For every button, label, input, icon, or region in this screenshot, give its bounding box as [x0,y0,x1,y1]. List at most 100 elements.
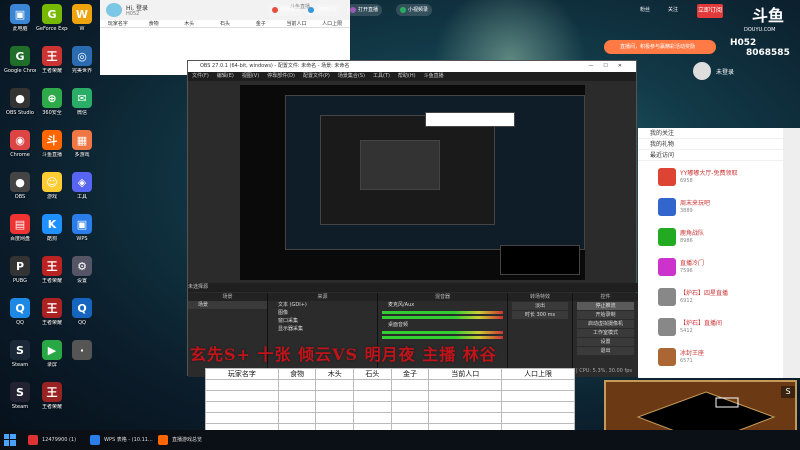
stream-pill[interactable]: 网络检测 [304,4,341,16]
table-row[interactable] [205,390,575,402]
column-header[interactable]: 金子 [390,368,430,380]
desktop-icon-label: 酷狗 [46,236,57,242]
desktop-icon[interactable]: ● OBS [4,172,36,200]
obs-menu-item[interactable]: 场景集合(S) [338,72,365,81]
recent-room-item[interactable]: 鹿角战队 8986 [658,226,778,250]
stop-stream-button[interactable]: 停止推流 [577,302,634,310]
recent-room-item[interactable]: 周末来玩吧 3889 [658,196,778,220]
avatar[interactable] [106,3,122,17]
transition-select[interactable]: 淡出 [512,302,568,310]
obs-preview[interactable] [240,85,585,280]
desktop-icon[interactable]: ◎ 完美世界 [66,46,98,74]
login-avatar[interactable] [693,62,711,80]
studio-mode-button[interactable]: 工作室模式 [577,329,634,337]
desktop-icon[interactable]: ▦ 多游戏 [66,130,98,158]
window-controls[interactable]: —☐✕ [588,61,632,72]
notice-banner[interactable]: 直播间，积极参与赢精彩活动奖励 [604,40,716,54]
obs-menu-item[interactable]: 编辑(E) [217,72,234,81]
virtual-camera-button[interactable]: 启动虚拟摄像机 [577,320,634,328]
desktop-icon[interactable]: S Steam [4,340,36,368]
desktop-icon[interactable]: Q QQ [4,298,36,326]
column-header[interactable]: 人口上限 [501,368,575,380]
subscribe-button[interactable]: 立即订阅 [697,4,723,18]
stream-pill[interactable]: 小视频录 [396,4,433,16]
sidebar-item[interactable]: 我的礼物 [638,139,783,150]
volume-meter[interactable] [382,316,503,319]
desktop-icon[interactable]: P PUBG [4,256,36,284]
fans-label[interactable]: 粉丝 [640,4,650,16]
column-header[interactable]: 木头 [315,368,355,380]
taskbar-item[interactable]: 12479900 (1) [28,433,76,447]
desktop-icon[interactable]: ▣ 此电脑 [4,4,36,32]
sidebar-scrollbar[interactable] [783,128,800,378]
room-viewers: 6571 [680,358,693,364]
obs-menu-item[interactable]: 配置文件(P) [303,72,330,81]
windows-start-icon[interactable] [4,434,16,446]
desktop-icon[interactable]: ◉ Chrome [4,130,36,158]
desktop-icon[interactable]: ◈ 工具 [66,172,98,200]
minimap-close-button[interactable]: S [781,386,795,398]
column-header[interactable]: 玩家名字 [205,368,279,380]
desktop-icon[interactable]: ● OBS Studio [4,88,36,116]
obs-menu-item[interactable]: 文件(F) [192,72,209,81]
scene-item[interactable]: 场景 [188,301,267,309]
desktop-icon-label: Steam [11,404,29,410]
follow-label[interactable]: 关注 [668,4,678,16]
desktop-icon[interactable]: ⚙ 设置 [66,256,98,284]
desktop-icon[interactable]: ✉ 微信 [66,88,98,116]
sidebar-item[interactable]: 我的关注 [638,128,783,139]
recent-room-item[interactable]: 冰封王座 6571 [658,346,778,370]
desktop-icon[interactable]: 王王者荣耀 [36,382,68,410]
exit-button[interactable]: 退出 [577,347,634,355]
desktop-icon[interactable]: · [66,340,98,362]
desktop-icon[interactable]: ▤ 百度网盘 [4,214,36,242]
volume-meter[interactable] [382,311,503,314]
desktop-icon[interactable]: ⊕ 360安全 [36,88,68,116]
volume-meter[interactable] [382,331,503,334]
table-row[interactable] [205,401,575,413]
source-item[interactable]: 文本 (GDI+) [268,301,377,309]
desktop-icon[interactable]: 王王者荣耀 [36,298,68,326]
recent-room-item[interactable]: 直播冷门 7596 [658,256,778,280]
obs-menu-item[interactable]: 视图(V) [242,72,259,81]
record-button[interactable]: 开始录制 [577,311,634,319]
desktop-icon[interactable]: 王王者荣耀 [36,256,68,284]
column-header[interactable]: 石头 [353,368,392,380]
desktop-icon[interactable]: ▶ 录屏 [36,340,68,368]
obs-menu-item[interactable]: 工具(T) [373,72,390,81]
table-row[interactable] [205,412,575,424]
stream-pill[interactable]: 网络流量 [268,4,305,16]
settings-button[interactable]: 设置 [577,338,634,346]
taskbar-item[interactable]: 直播游戏总览 [158,433,202,447]
volume-meter[interactable] [382,336,503,339]
obs-menu-item[interactable]: 斗鱼直播 [424,72,444,81]
table-row[interactable] [205,379,575,391]
source-item[interactable]: 显示器采集 [268,325,377,333]
desktop-icon[interactable]: WW [66,4,98,32]
duration-input[interactable]: 时长 300 ms [512,311,568,319]
desktop-icon[interactable]: G GeForce Experience [36,4,68,32]
desktop-icon[interactable]: 王王者荣耀 [36,46,68,74]
obs-menu-item[interactable]: 停靠部件(D) [267,72,295,81]
recent-room-item[interactable]: 【炉石】四星直播 6912 [658,286,778,310]
desktop-icon[interactable]: K 酷狗 [36,214,68,242]
source-item[interactable]: 图像 [268,309,377,317]
desktop-icon[interactable]: Q QQ [66,298,98,326]
transition-dock: 转场特效 淡出 时长 300 ms [508,293,573,377]
column-header[interactable]: 食物 [277,368,317,380]
stream-pill[interactable]: 打开直播 [346,4,383,16]
desktop-icon[interactable]: 斗斗鱼直播 [36,130,68,158]
sidebar-item[interactable]: 最近访问 [638,150,783,161]
desktop-icon[interactable]: ☺ 游戏 [36,172,68,200]
recent-room-item[interactable]: 【炉石】直播间 5412 [658,316,778,340]
desktop-icon-label: 完美世界 [71,68,92,74]
obs-menu-item[interactable]: 帮助(H) [398,72,416,81]
source-item[interactable]: 窗口采集 [268,317,377,325]
login-status[interactable]: 未登录 [716,67,734,76]
recent-room-item[interactable]: YY嘟嘟大厅-免费领取 6958 [658,166,778,190]
desktop-icon[interactable]: ▣ WPS [66,214,98,242]
column-header[interactable]: 当前人口 [428,368,503,380]
desktop-icon[interactable]: G Google Chrome [4,46,36,74]
desktop-icon[interactable]: S Steam [4,382,36,410]
taskbar-item[interactable]: WPS 表格 - (10.11... [90,433,153,447]
